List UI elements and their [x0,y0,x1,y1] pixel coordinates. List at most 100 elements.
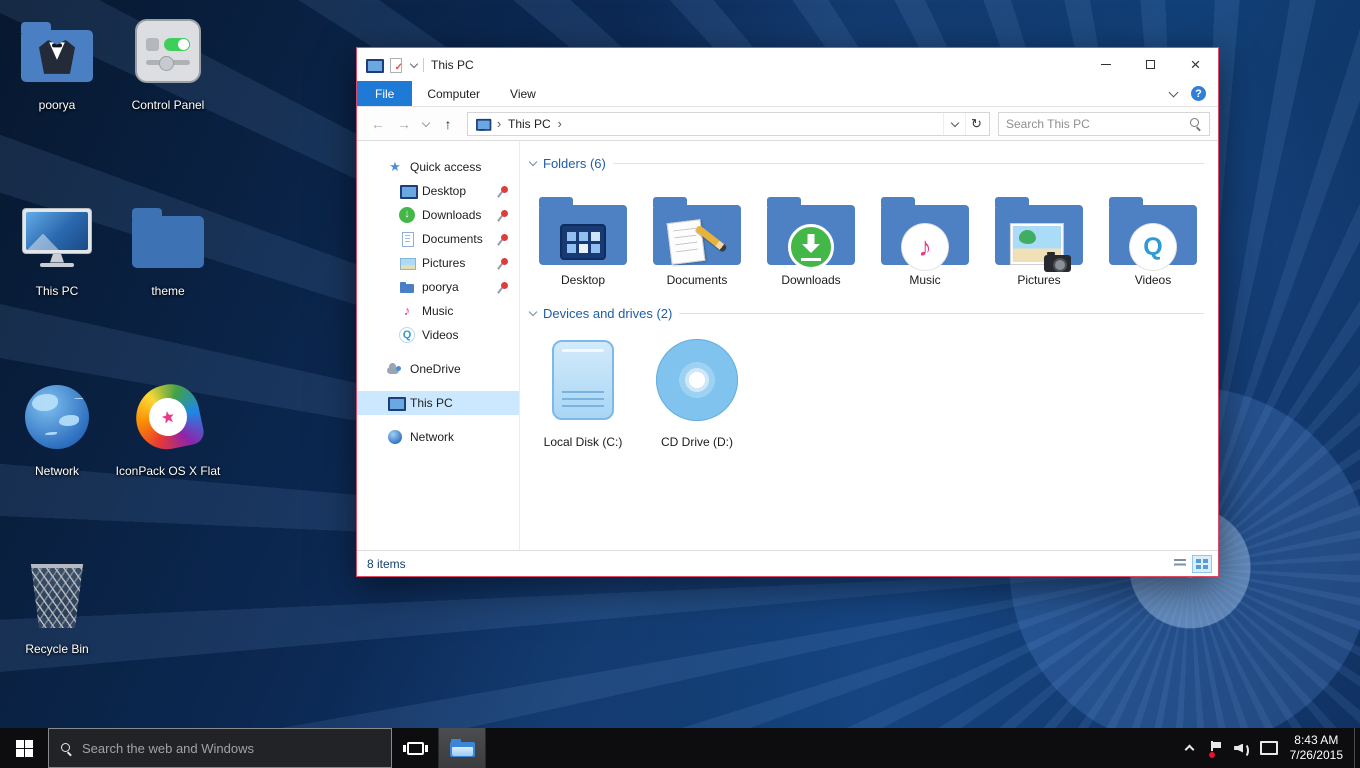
help-icon[interactable] [1191,86,1206,101]
minimize-button[interactable] [1083,48,1128,81]
breadcrumb-pc-icon [475,117,489,131]
recent-locations-chevron[interactable] [419,113,433,135]
folder-tile-music[interactable]: Music [868,179,982,287]
up-button[interactable] [437,113,459,135]
folder-tile-videos[interactable]: Videos [1096,179,1210,287]
explorer-search-input[interactable] [1006,117,1183,131]
sidebar-item-poorya[interactable]: poorya [357,275,519,299]
navigation-pane: Quick access Desktop Downloads Documents… [357,141,520,550]
tuxedo-emblem [39,40,75,74]
sidebar-item-quick-access[interactable]: Quick access [357,155,519,179]
breadcrumb-item-this-pc[interactable]: This PC [508,117,551,131]
folder-icon [399,279,415,295]
taskbar-clock[interactable]: 8:43 AM 7/26/2015 [1281,728,1354,768]
titlebar[interactable]: This PC × [357,48,1218,81]
desktop-icon-label: Recycle Bin [25,642,88,656]
folder-green-arrow-icon [767,179,855,265]
globe-icon [25,376,89,458]
desktop-icon-theme[interactable]: theme [113,196,223,298]
forward-button[interactable] [393,113,415,135]
documents-icon [399,231,415,247]
tab-file[interactable]: File [357,81,412,106]
folder-shape [21,30,93,82]
collapse-chevron-icon[interactable] [529,157,537,165]
tile-label: Desktop [561,273,605,287]
details-view-button[interactable] [1170,555,1190,573]
toggles-panel [135,19,201,83]
swirl-shape [130,379,206,455]
sidebar-item-videos[interactable]: Videos [357,323,519,347]
desktop-icon-poorya[interactable]: poorya [2,10,112,112]
sidebar-item-network[interactable]: Network [357,425,519,449]
pin-icon [497,185,509,198]
large-icons-view-icon [1196,559,1208,569]
taskbar-search-input[interactable] [82,741,380,756]
folder-tile-pictures[interactable]: Pictures [982,179,1096,287]
tab-view[interactable]: View [495,81,551,106]
hidden-icons-button[interactable] [1177,728,1203,768]
collapse-chevron-icon[interactable] [529,307,537,315]
start-button[interactable] [0,728,48,768]
sidebar-item-desktop[interactable]: Desktop [357,179,519,203]
address-bar: This PC [357,107,1218,141]
file-explorer-icon [450,739,475,757]
toggle-knob [146,38,159,51]
breadcrumb[interactable]: This PC [467,112,990,136]
pin-icon [497,281,509,294]
breadcrumb-separator-icon[interactable] [495,116,503,131]
tile-label: Music [909,273,940,287]
sidebar-item-label: Documents [422,232,483,246]
expand-ribbon-chevron-icon[interactable] [1169,87,1179,97]
section-divider [613,163,1204,164]
back-button[interactable] [367,113,389,135]
sidebar-item-label: Music [422,304,453,318]
show-desktop-button[interactable] [1354,728,1360,768]
taskbar-search-box [48,728,392,768]
section-title: Devices and drives (2) [543,306,672,321]
task-view-button[interactable] [392,728,438,768]
sidebar-item-label: poorya [422,280,459,294]
sidebar-item-onedrive[interactable]: OneDrive [357,357,519,381]
folder-shape [132,216,204,268]
pictures-icon [399,255,415,271]
search-icon[interactable] [1189,117,1202,130]
status-bar: 8 items [357,550,1218,576]
folder-tile-downloads[interactable]: Downloads [754,179,868,287]
close-button[interactable]: × [1173,48,1218,81]
tray-flag-button[interactable] [1203,728,1229,768]
tray-display-button[interactable] [1255,728,1281,768]
sidebar-item-documents[interactable]: Documents [357,227,519,251]
explorer-window: This PC × File Computer View This PC [356,47,1219,577]
desktop-icon-control-panel[interactable]: Control Panel [113,10,223,112]
tray-volume-button[interactable] [1229,728,1255,768]
desktop-icon-recycle-bin[interactable]: Recycle Bin [2,554,112,656]
breadcrumb-separator-icon[interactable] [556,116,564,131]
sidebar-item-music[interactable]: Music [357,299,519,323]
large-icons-view-button[interactable] [1192,555,1212,573]
sidebar-item-this-pc[interactable]: This PC [357,391,519,415]
desktop-icon-this-pc[interactable]: This PC [2,196,112,298]
section-header-devices: Devices and drives (2) [520,303,1218,323]
tab-computer[interactable]: Computer [412,81,495,106]
refresh-button[interactable] [965,113,987,135]
folder-tile-documents[interactable]: Documents [640,179,754,287]
maximize-button[interactable] [1128,48,1173,81]
folder-shape [767,205,855,265]
qat-customize-chevron-icon[interactable] [410,59,418,67]
drive-tile-cd-d[interactable]: CD Drive (D:) [640,333,754,449]
taskbar-file-explorer-button[interactable] [438,728,486,768]
folder-tile-desktop[interactable]: Desktop [526,179,640,287]
desktop-icon-iconpack[interactable]: IconPack OS X Flat [113,376,223,478]
tile-label: Pictures [1017,273,1060,287]
sidebar-item-pictures[interactable]: Pictures [357,251,519,275]
sidebar-item-downloads[interactable]: Downloads [357,203,519,227]
folder-shape [881,205,969,265]
qat-properties-icon[interactable] [387,57,403,73]
drive-tile-local-disk-c[interactable]: Local Disk (C:) [526,333,640,449]
address-dropdown-button[interactable] [943,113,965,135]
desktop-icon-network[interactable]: Network [2,376,112,478]
file-list-area: Folders (6) Desktop [520,141,1218,550]
sidebar-item-label: Pictures [422,256,465,270]
disc-shape [656,339,738,421]
search-icon [60,742,73,755]
